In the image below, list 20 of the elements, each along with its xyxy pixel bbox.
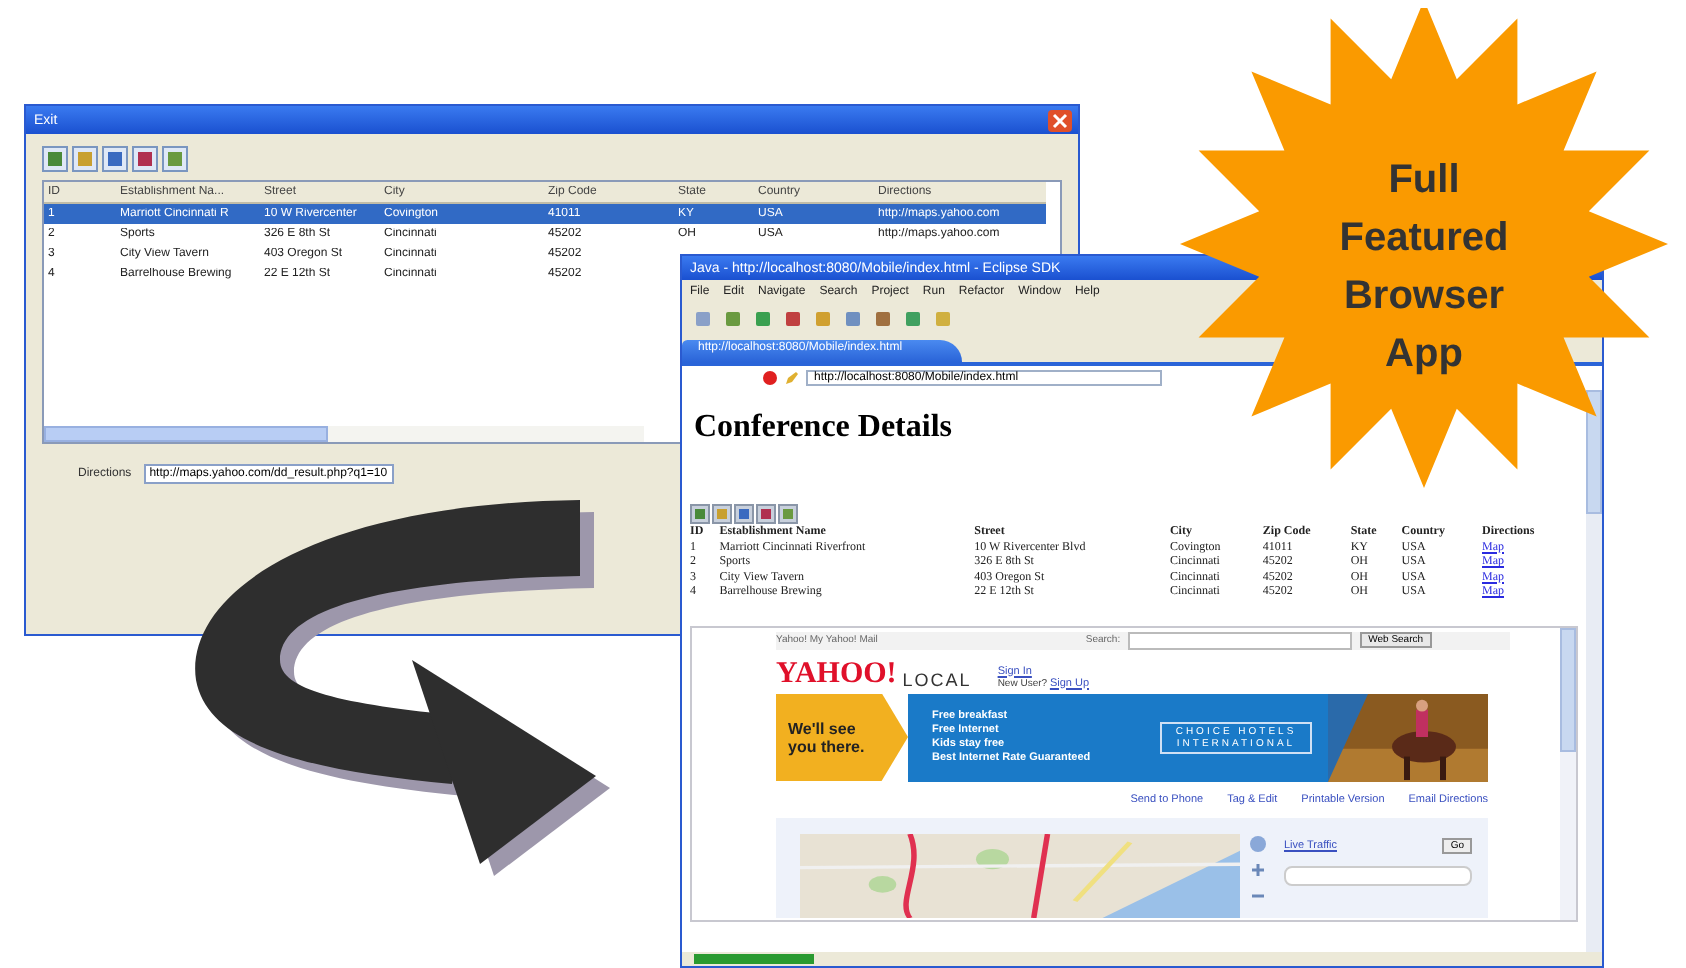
banner-headline: We'll see you there. (788, 719, 867, 755)
status-indicator (694, 954, 814, 964)
starburst-text: Full Featured Browser App (1337, 156, 1511, 380)
logo-subtitle: LOCAL (902, 669, 972, 689)
pencil-icon[interactable] (784, 370, 800, 386)
logo: YAHOO! (776, 659, 897, 689)
toolbar-icon[interactable] (132, 146, 158, 172)
toolbar-icon[interactable] (42, 146, 68, 172)
toolbar-icon[interactable] (102, 146, 128, 172)
stop-icon[interactable] (762, 370, 778, 386)
toolbar-icon[interactable] (162, 146, 188, 172)
scrollbar[interactable] (1560, 627, 1576, 919)
toolbar-icon[interactable] (72, 146, 98, 172)
zoom-in-icon[interactable] (1248, 859, 1268, 879)
search-field[interactable] (1128, 631, 1353, 649)
close-icon[interactable] (1048, 109, 1072, 131)
traffic-field[interactable] (1284, 865, 1472, 885)
scrollbar[interactable] (44, 426, 644, 442)
scrollbar[interactable] (1586, 390, 1602, 952)
page-heading: Conference Details (694, 410, 954, 446)
